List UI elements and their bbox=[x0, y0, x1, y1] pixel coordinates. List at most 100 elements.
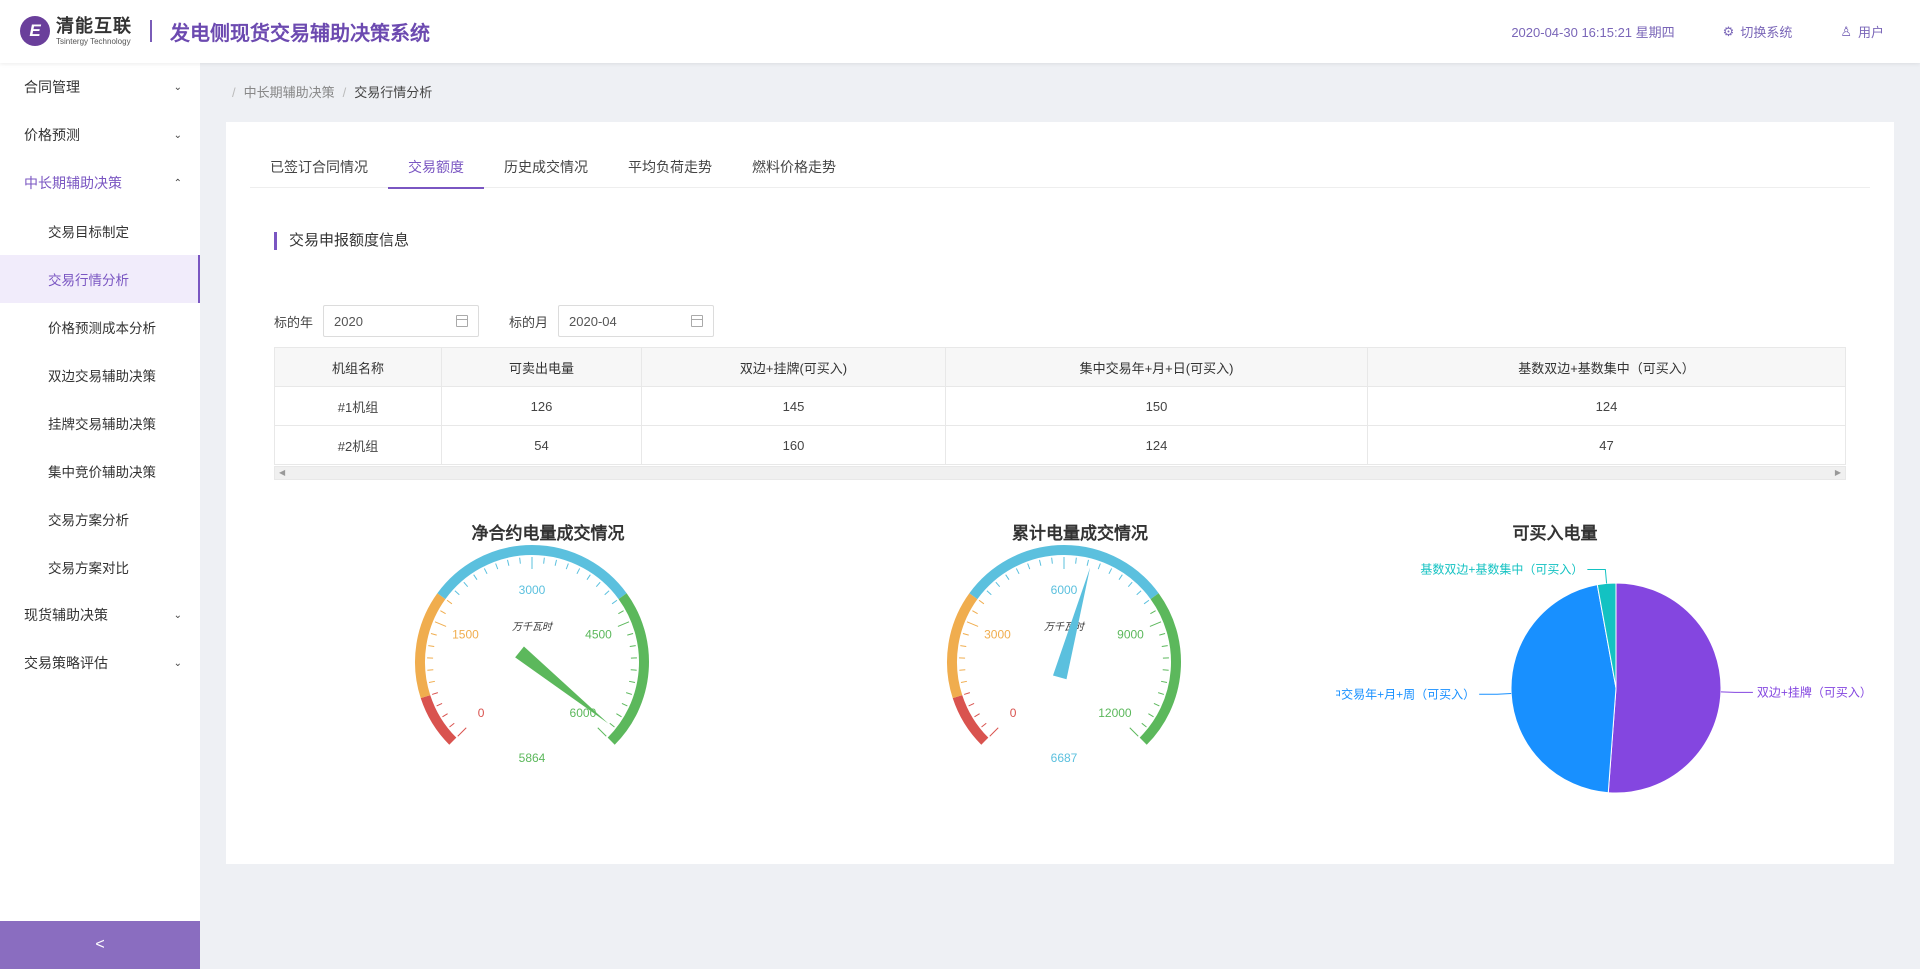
breadcrumb-level1[interactable]: 中长期辅助决策 bbox=[244, 85, 335, 100]
breadcrumb-current: 交易行情分析 bbox=[354, 85, 433, 100]
gauge-tick bbox=[604, 590, 610, 596]
gauge-tick bbox=[1051, 557, 1053, 564]
sidebar-item-midlong-decision[interactable]: 中长期辅助决策 ⌃ bbox=[0, 159, 200, 207]
gauge2-title: 累计电量成交情况 bbox=[1012, 524, 1148, 543]
sidebar-item-spot-decision[interactable]: 现货辅助决策 ⌄ bbox=[0, 591, 200, 639]
pie-slice[interactable] bbox=[1607, 582, 1722, 794]
year-picker[interactable]: 2020 bbox=[323, 305, 480, 337]
gauge-tick bbox=[554, 559, 557, 566]
gauge-tick bbox=[1161, 645, 1168, 648]
pie-label: 双边+挂牌（可买入） bbox=[1757, 685, 1866, 699]
gauge-tick bbox=[1129, 727, 1139, 737]
logo[interactable]: E 清能互联 Tsintergy Technology 发电侧现货交易辅助决策系… bbox=[20, 16, 430, 46]
logo-mark: E bbox=[20, 16, 50, 46]
gauge-tick bbox=[629, 680, 636, 683]
sidebar-item-label: 现货辅助决策 bbox=[24, 607, 108, 623]
table-cell: 160 bbox=[641, 425, 946, 465]
table-header-row: 机组名称 可卖出电量 双边+挂牌(可买入) 集中交易年+月+日(可买入) 基数双… bbox=[274, 347, 1846, 387]
gauge-tick bbox=[1141, 722, 1147, 728]
table-header: 可卖出电量 bbox=[441, 347, 642, 387]
user-menu-button[interactable]: ♙ 用户 bbox=[1840, 22, 1884, 41]
table-cell: #2机组 bbox=[274, 425, 442, 465]
table-row: #2机组 54 160 124 47 bbox=[274, 425, 1846, 465]
table-cell: 126 bbox=[441, 386, 642, 426]
pie-label: 集中交易年+月+周（可买入） bbox=[1336, 686, 1475, 701]
pie-label-line bbox=[1587, 568, 1608, 584]
gauge-tick bbox=[463, 581, 469, 588]
gear-icon: ⚙ bbox=[1722, 23, 1735, 39]
section-title: 交易申报额度信息 bbox=[274, 232, 409, 250]
month-value: 2020-04 bbox=[569, 313, 617, 329]
gauge-tick bbox=[483, 568, 488, 575]
gauge-tick bbox=[1136, 590, 1142, 596]
gauge-tick-label: 4500 bbox=[585, 627, 612, 641]
gauge-tick bbox=[966, 621, 979, 627]
gauge-tick bbox=[430, 633, 437, 636]
table-cell: 124 bbox=[1367, 386, 1846, 426]
gauge-tick bbox=[1108, 568, 1113, 575]
table-header: 集中交易年+月+日(可买入) bbox=[945, 347, 1368, 387]
gauge-tick bbox=[519, 557, 521, 564]
scroll-left-icon[interactable]: ◀ bbox=[279, 467, 285, 479]
sidebar-item-market-analysis[interactable]: 交易行情分析 bbox=[0, 255, 200, 303]
gauge-tick bbox=[1027, 563, 1031, 570]
gauge-tick bbox=[507, 559, 510, 566]
sidebar-item-strategy-eval[interactable]: 交易策略评估 ⌄ bbox=[0, 639, 200, 687]
sidebar-collapse-button[interactable]: < bbox=[0, 921, 200, 969]
gauge-tick bbox=[1161, 680, 1168, 683]
gauge-tick bbox=[968, 702, 975, 707]
sidebar-item-bidding[interactable]: 集中竞价辅助决策 bbox=[0, 447, 200, 495]
gauge-band bbox=[1139, 593, 1181, 745]
table-horizontal-scrollbar[interactable]: ◀ ▶ bbox=[274, 466, 1846, 480]
gauge-tick bbox=[1127, 581, 1133, 588]
chevron-down-icon: ⌄ bbox=[173, 81, 182, 93]
switch-system-button[interactable]: ⚙ 切换系统 bbox=[1723, 22, 1793, 41]
sidebar-item-trade-target[interactable]: 交易目标制定 bbox=[0, 207, 200, 255]
sidebar-item-contract-management[interactable]: 合同管理 ⌄ bbox=[0, 63, 200, 111]
tab-fuel-price[interactable]: 燃料价格走势 bbox=[732, 146, 856, 188]
tab-signed-contracts[interactable]: 已签订合同情况 bbox=[250, 146, 388, 188]
gauge-tick-label: 9000 bbox=[1117, 627, 1144, 641]
gauge-tick bbox=[963, 692, 970, 695]
tab-history[interactable]: 历史成交情况 bbox=[484, 146, 608, 188]
user-icon: ♙ bbox=[1840, 23, 1852, 39]
gauge-tick bbox=[960, 680, 967, 683]
table-cell: #1机组 bbox=[274, 386, 442, 426]
gauge-tick bbox=[627, 633, 634, 636]
gauge-tick bbox=[989, 727, 999, 737]
gauge-tick-label: 12000 bbox=[1098, 706, 1132, 720]
table-cell: 150 bbox=[945, 386, 1368, 426]
logo-en-text: Tsintergy Technology bbox=[56, 36, 131, 46]
logo-separator bbox=[150, 20, 152, 42]
sidebar-item-label: 价格预测成本分析 bbox=[48, 321, 156, 336]
quota-table: 机组名称 可卖出电量 双边+挂牌(可买入) 集中交易年+月+日(可买入) 基数双… bbox=[274, 347, 1846, 465]
gauge-tick bbox=[1118, 574, 1123, 580]
gauge-tick-label: 6000 bbox=[1051, 583, 1078, 597]
gauge-tick bbox=[428, 645, 435, 648]
tab-trade-quota[interactable]: 交易额度 bbox=[388, 146, 484, 189]
scroll-right-icon[interactable]: ▶ bbox=[1835, 467, 1841, 479]
table-header: 双边+挂牌(可买入) bbox=[641, 347, 946, 387]
gauge-tick bbox=[473, 574, 478, 580]
sidebar-item-price-forecast[interactable]: 价格预测 ⌄ bbox=[0, 111, 200, 159]
sidebar-item-plan-compare[interactable]: 交易方案对比 bbox=[0, 543, 200, 591]
sidebar-item-label: 交易目标制定 bbox=[48, 225, 129, 240]
gauge-tick bbox=[1148, 713, 1154, 718]
sidebar-item-cost-analysis[interactable]: 价格预测成本分析 bbox=[0, 303, 200, 351]
gauge-value-label: 6687 bbox=[1051, 751, 1078, 765]
gauge-tick-label: 1500 bbox=[452, 627, 479, 641]
chevron-up-icon: ⌃ bbox=[173, 177, 182, 189]
table-cell: 54 bbox=[441, 425, 642, 465]
sidebar-item-bilateral[interactable]: 双边交易辅助决策 bbox=[0, 351, 200, 399]
month-picker[interactable]: 2020-04 bbox=[558, 305, 715, 337]
top-header: E 清能互联 Tsintergy Technology 发电侧现货交易辅助决策系… bbox=[0, 0, 1920, 63]
pie-slice[interactable] bbox=[1510, 584, 1617, 794]
gauge-tick bbox=[629, 645, 636, 648]
sidebar-item-listing[interactable]: 挂牌交易辅助决策 bbox=[0, 399, 200, 447]
gauge-tick bbox=[446, 599, 453, 605]
sidebar-item-plan-analysis[interactable]: 交易方案分析 bbox=[0, 495, 200, 543]
tab-load-trend[interactable]: 平均负荷走势 bbox=[608, 146, 732, 188]
sidebar-item-label: 集中竞价辅助决策 bbox=[48, 465, 156, 480]
gauge1-chart: 0 1500 3000 4500 6000 万千瓦时 5864 bbox=[415, 545, 649, 765]
gauge-tick bbox=[626, 692, 633, 695]
